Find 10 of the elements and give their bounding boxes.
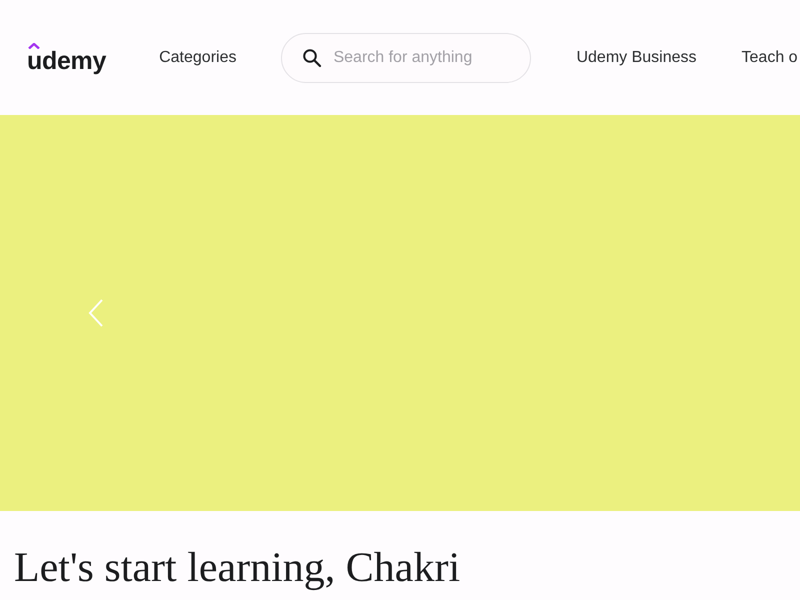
nav-link[interactable]: Teach o — [742, 48, 798, 66]
nav-link[interactable]: Udemy Business — [576, 48, 697, 66]
logo-text: udemy — [27, 48, 106, 72]
chevron-left-icon[interactable] — [87, 298, 105, 328]
logo-link[interactable]: udemy — [27, 42, 106, 72]
page-heading: Let's start learning, Chakri — [13, 544, 462, 592]
hat-icon — [28, 42, 40, 48]
nav-link[interactable]: Categories — [159, 48, 236, 66]
search-field[interactable]: Search for anything — [281, 32, 532, 82]
search-icon — [302, 48, 322, 68]
